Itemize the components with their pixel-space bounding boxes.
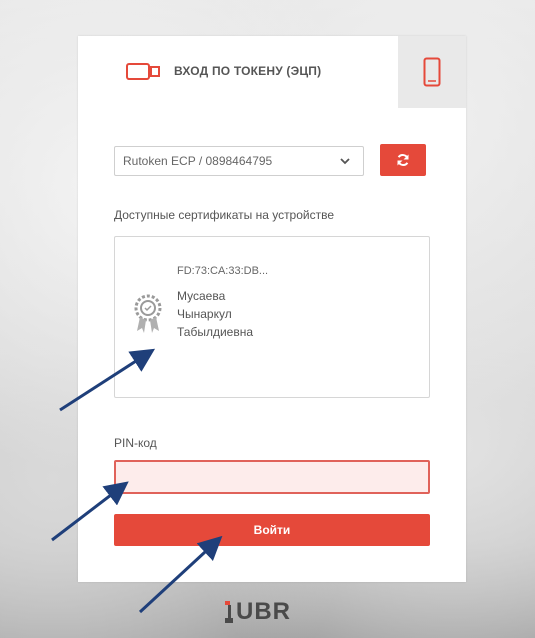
tab-token-label: ВХОД ПО ТОКЕНУ (ЭЦП) — [174, 64, 322, 78]
certificate-owner-patronymic: Табылдиевна — [177, 325, 254, 339]
tab-mobile-login[interactable] — [398, 36, 466, 108]
usb-token-icon — [126, 63, 160, 80]
certificate-badge-icon — [134, 294, 162, 333]
certificate-owner-name: Чынаркул — [177, 307, 232, 321]
ubr-logo-text: UBR — [236, 598, 291, 625]
certificate-id: FD:73:CA:33:DB... — [177, 265, 269, 277]
tab-token-login[interactable]: ВХОД ПО ТОКЕНУ (ЭЦП) — [78, 36, 398, 108]
device-select-value: Rutoken ECP / 0898464795 — [123, 154, 273, 168]
ubr-logo: UBR — [225, 598, 291, 626]
smartphone-icon — [423, 57, 441, 87]
pin-label: PIN-код — [114, 436, 157, 450]
pin-input[interactable] — [114, 460, 430, 494]
certificates-label: Доступные сертификаты на устройстве — [114, 208, 335, 222]
refresh-icon — [397, 154, 409, 166]
certificate-owner-surname: Мусаева — [177, 289, 226, 303]
ubr-logo-mark — [225, 601, 233, 623]
login-button[interactable]: Войти — [114, 514, 430, 546]
login-card: ВХОД ПО ТОКЕНУ (ЭЦП) Rutoken ECP / 08984… — [78, 36, 466, 582]
certificates-list: FD:73:CA:33:DB... Мусаева Чынаркул Табыл… — [114, 236, 430, 398]
device-select[interactable]: Rutoken ECP / 0898464795 — [114, 146, 364, 176]
chevron-down-icon — [340, 158, 350, 165]
refresh-devices-button[interactable] — [380, 144, 426, 176]
